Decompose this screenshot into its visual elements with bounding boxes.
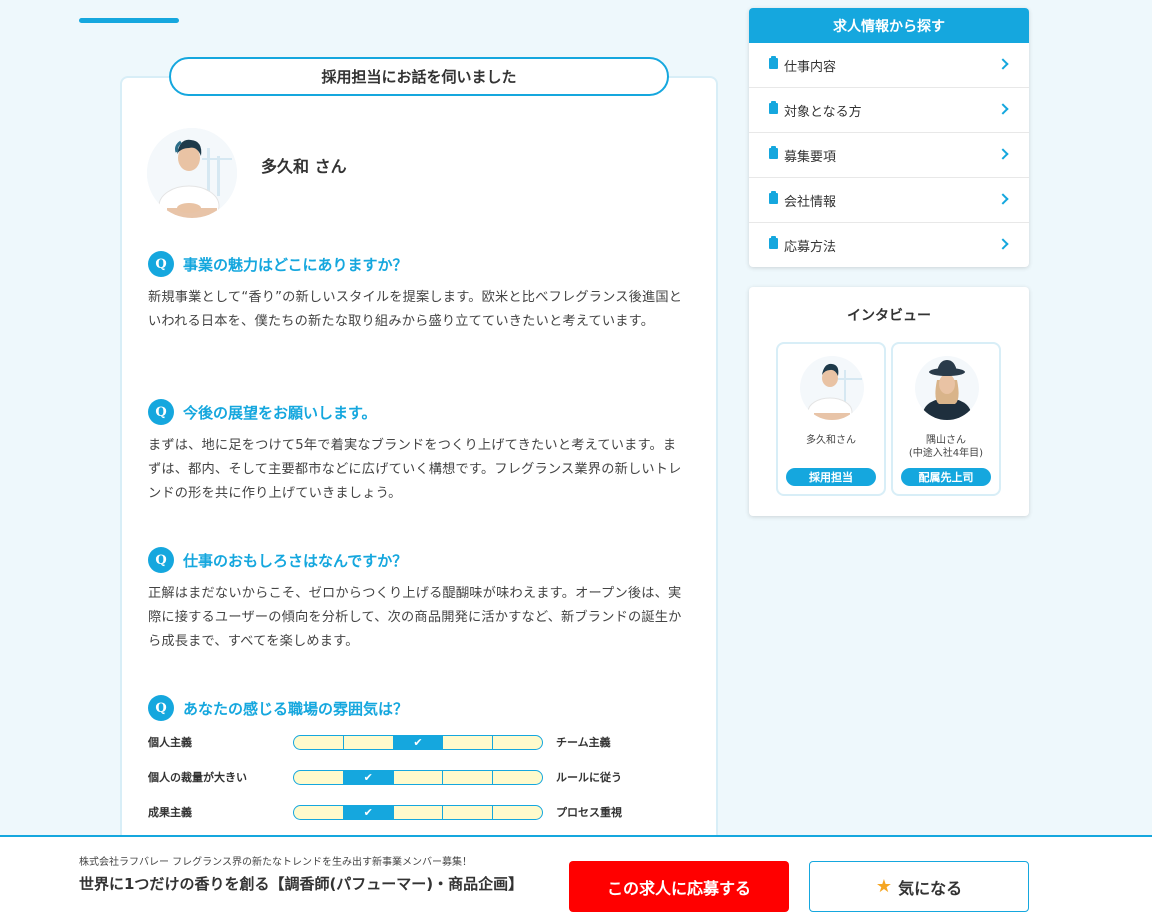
job-title: 世界に1つだけの香りを創る【調香師(パフューマー)・商品企画】 bbox=[79, 875, 524, 893]
clipboard-icon bbox=[769, 100, 778, 114]
role-badge: 配属先上司 bbox=[901, 468, 991, 486]
favorite-label: 気になる bbox=[898, 878, 963, 898]
scale-segment bbox=[294, 805, 344, 819]
scale-segment bbox=[443, 735, 494, 749]
qa-item: Q 事業の魅力はどこにありますか？ 新規事業として“香り”の新しいスタイルを提案… bbox=[148, 250, 688, 334]
job-info-nav-heading: 求人情報から探す bbox=[749, 8, 1029, 43]
scale-segment bbox=[493, 736, 542, 749]
nav-item-label: 会社情報 bbox=[784, 194, 837, 210]
top-accent-bar bbox=[79, 18, 179, 23]
clipboard-icon bbox=[769, 145, 778, 159]
atmosphere-scale: 成果主義 ✔ プロセス重視 bbox=[148, 802, 648, 822]
apply-button[interactable]: この求人に応募する bbox=[569, 861, 789, 912]
interview-list-heading: インタビュー bbox=[847, 308, 931, 324]
chevron-right-icon bbox=[997, 103, 1009, 115]
interview-card-takuwa[interactable]: 多久和さん 採用担当 bbox=[776, 342, 886, 496]
interviewee-tenure: (中途入社4年目) bbox=[908, 448, 984, 459]
check-icon: ✔ bbox=[413, 735, 423, 749]
qa-item: Q 今後の展望をお願いします。 まずは、地に足をつけて5年で着実なブランドをつく… bbox=[148, 398, 688, 506]
q-badge-icon: Q bbox=[148, 399, 174, 425]
qa-item: Q あなたの感じる職場の雰囲気は？ bbox=[148, 694, 688, 722]
check-icon: ✔ bbox=[363, 770, 373, 784]
scale-segment bbox=[443, 805, 494, 819]
question-text: 仕事のおもしろさはなんですか？ bbox=[183, 551, 408, 570]
favorite-button[interactable]: ★ 気になる bbox=[809, 861, 1029, 912]
interview-card-sumiyama[interactable]: 隅山さん (中途入社4年目) 配属先上司 bbox=[891, 342, 1001, 496]
star-icon: ★ bbox=[875, 876, 893, 897]
scale-left-label: 成果主義 bbox=[148, 806, 192, 819]
role-badge: 採用担当 bbox=[786, 468, 876, 486]
nav-item-label: 応募方法 bbox=[784, 240, 837, 255]
chevron-right-icon bbox=[997, 148, 1009, 160]
answer-text: まずは、地に足をつけて5年で着実なブランドをつくり上げてきたいと考えています。ま… bbox=[148, 438, 682, 501]
q-badge-icon: Q bbox=[148, 695, 174, 721]
chevron-right-icon bbox=[997, 193, 1009, 205]
interviewee: 多久和 さん bbox=[147, 128, 347, 218]
clipboard-icon bbox=[769, 55, 778, 69]
scale-right-label: チーム主義 bbox=[556, 736, 611, 749]
scale-segment bbox=[344, 735, 394, 749]
scale-segment bbox=[394, 770, 444, 784]
check-icon: ✔ bbox=[363, 805, 373, 819]
nav-item-label: 募集要項 bbox=[784, 149, 837, 165]
clipboard-icon bbox=[769, 236, 778, 249]
qa-item: Q 仕事のおもしろさはなんですか？ 正解はまだないからこそ、ゼロからつくり上げる… bbox=[148, 546, 688, 654]
scale-left-label: 個人主義 bbox=[148, 736, 192, 749]
scale-segment bbox=[493, 771, 542, 784]
scale-bar: ✔ bbox=[293, 804, 543, 820]
atmosphere-scale: 個人主義 ✔ チーム主義 bbox=[148, 732, 648, 752]
answer-text: 新規事業として“香り”の新しいスタイルを提案します。欧米と比べフレグランス後進国… bbox=[148, 290, 683, 329]
nav-item-how-to-apply[interactable]: 応募方法 bbox=[749, 223, 1029, 267]
scale-segment bbox=[294, 770, 344, 784]
scale-segment bbox=[294, 735, 344, 749]
question-text: あなたの感じる職場の雰囲気は？ bbox=[183, 699, 409, 718]
avatar bbox=[915, 356, 979, 420]
q-badge-icon: Q bbox=[148, 251, 174, 277]
scale-segment bbox=[443, 770, 494, 784]
nav-item-company[interactable]: 会社情報 bbox=[749, 178, 1029, 223]
scale-right-label: ルールに従う bbox=[556, 771, 622, 784]
scale-segment bbox=[394, 805, 444, 819]
chevron-right-icon bbox=[997, 238, 1009, 250]
nav-item-requirements[interactable]: 募集要項 bbox=[749, 133, 1029, 178]
scale-segment-selected: ✔ bbox=[393, 735, 444, 749]
scale-bar: ✔ bbox=[293, 769, 543, 785]
question-text: 事業の魅力はどこにありますか？ bbox=[183, 255, 408, 274]
interviewee-name: 多久和 さん bbox=[261, 157, 347, 176]
job-info-nav: 求人情報から探す 仕事内容 対象となる方 募集要項 会社情報 応募方法 bbox=[749, 8, 1029, 267]
scale-segment-selected: ✔ bbox=[343, 770, 394, 784]
scale-left-label: 個人の裁量が大きい bbox=[148, 771, 247, 784]
nav-item-label: 対象となる方 bbox=[784, 104, 862, 120]
question-text: 今後の展望をお願いします。 bbox=[183, 403, 377, 422]
interviewee-name: 隅山さん bbox=[926, 435, 966, 446]
clipboard-icon bbox=[769, 190, 778, 204]
company-tagline: 株式会社ラフバレー フレグランス界の新たなトレンドを生み出す新事業メンバー募集！ bbox=[79, 857, 472, 868]
interviewee-avatar bbox=[147, 128, 237, 218]
scale-right-label: プロセス重視 bbox=[556, 806, 622, 819]
sticky-footer: 株式会社ラフバレー フレグランス界の新たなトレンドを生み出す新事業メンバー募集！… bbox=[0, 835, 1152, 922]
interview-list: インタビュー 多久和さん 採用担当 隅山さん (中途入社4年目) 配属先上司 bbox=[749, 287, 1029, 516]
scale-bar: ✔ bbox=[293, 734, 543, 750]
interviewee-name: 多久和さん bbox=[806, 435, 856, 446]
atmosphere-scale: 個人の裁量が大きい ✔ ルールに従う bbox=[148, 767, 648, 787]
answer-text: 正解はまだないからこそ、ゼロからつくり上げる醍醐味が味わえます。オープン後は、実… bbox=[148, 586, 682, 649]
interview-heading: 採用担当にお話を伺いました bbox=[169, 57, 669, 96]
avatar bbox=[800, 356, 864, 420]
nav-item-target[interactable]: 対象となる方 bbox=[749, 88, 1029, 133]
scale-segment-selected: ✔ bbox=[343, 805, 394, 819]
q-badge-icon: Q bbox=[148, 547, 174, 573]
nav-item-job-description[interactable]: 仕事内容 bbox=[749, 43, 1029, 88]
chevron-right-icon bbox=[997, 58, 1009, 70]
nav-item-label: 仕事内容 bbox=[784, 59, 837, 75]
scale-segment bbox=[493, 806, 542, 819]
